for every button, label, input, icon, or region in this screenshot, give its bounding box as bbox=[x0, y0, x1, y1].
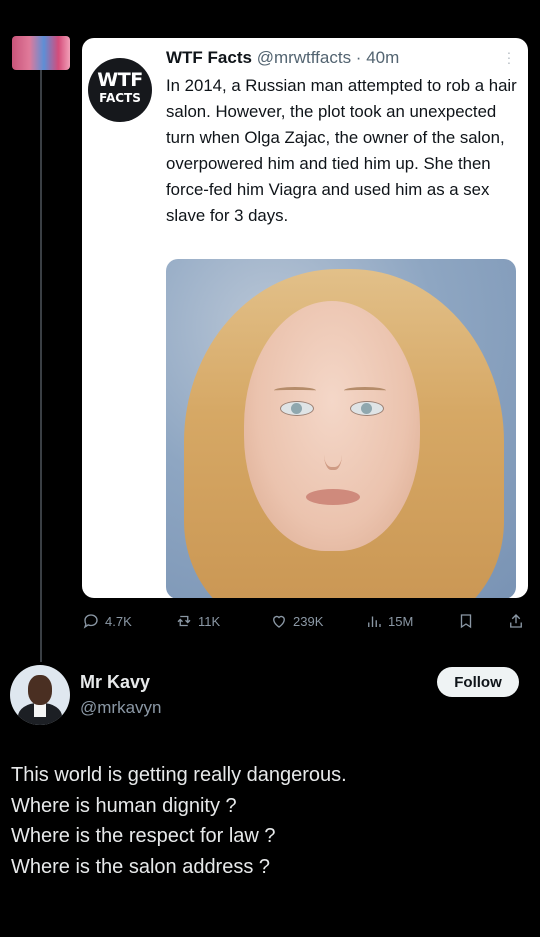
quoted-tweet-photo[interactable] bbox=[166, 259, 516, 598]
quoted-author-name[interactable]: WTF Facts bbox=[166, 48, 252, 67]
quoted-author-handle-time: @mrwtffacts · 40m bbox=[256, 48, 400, 67]
reply-button[interactable]: 4.7K bbox=[82, 612, 132, 630]
follow-button[interactable]: Follow bbox=[437, 667, 519, 697]
photo-eye-right bbox=[350, 401, 384, 416]
logo-text-facts: FACTS bbox=[99, 91, 141, 105]
post-text-line: Where is the respect for law ? bbox=[11, 825, 276, 847]
like-count: 239K bbox=[293, 613, 324, 629]
reply-count: 4.7K bbox=[105, 613, 132, 629]
more-options-icon[interactable]: · · · bbox=[506, 45, 512, 69]
like-button[interactable]: 239K bbox=[270, 612, 323, 630]
mr-kavy-avatar[interactable] bbox=[10, 665, 70, 725]
post-text: This world is getting really dangerous. … bbox=[11, 760, 531, 882]
post-text-line: This world is getting really dangerous. bbox=[11, 764, 347, 786]
post-text-line: Where is human dignity ? bbox=[11, 794, 237, 817]
photo-brow-right bbox=[344, 387, 386, 394]
views-count: 15M bbox=[388, 613, 414, 629]
wtf-facts-avatar[interactable]: WTF FACTS bbox=[88, 58, 152, 122]
repost-count: 11K bbox=[198, 613, 221, 629]
photo-face bbox=[244, 301, 420, 551]
post-author-name[interactable]: Mr Kavy bbox=[80, 672, 150, 693]
avatar-head bbox=[28, 675, 52, 705]
post-text-line: Where is the salon address ? bbox=[11, 855, 271, 878]
post-author-handle[interactable]: @mrkavyn bbox=[80, 698, 162, 718]
avatar-collar bbox=[34, 703, 46, 717]
share-button[interactable] bbox=[507, 612, 525, 630]
photo-eye-left bbox=[280, 401, 314, 416]
tweet-actions: 4.7K 11K 239K 15M bbox=[82, 610, 530, 634]
quoted-tweet-card[interactable]: WTF FACTS WTF Facts @mrwtffacts · 40m · ·… bbox=[82, 38, 528, 598]
logo-text-wtf: WTF bbox=[97, 69, 143, 91]
views-button[interactable]: 15M bbox=[365, 612, 413, 630]
views-chart-icon bbox=[368, 616, 381, 627]
heart-icon bbox=[273, 615, 285, 628]
repost-icon bbox=[177, 615, 191, 627]
photo-nose bbox=[324, 431, 342, 470]
thread-line bbox=[40, 68, 42, 662]
top-avatar[interactable] bbox=[12, 36, 70, 70]
repost-button[interactable]: 11K bbox=[175, 612, 220, 630]
reply-icon bbox=[83, 614, 98, 629]
photo-lips bbox=[306, 489, 360, 505]
quoted-tweet-header: WTF Facts @mrwtffacts · 40m bbox=[166, 48, 399, 68]
bookmark-button[interactable] bbox=[457, 612, 475, 630]
photo-brow-left bbox=[274, 387, 316, 394]
bookmark-icon bbox=[460, 614, 472, 629]
quoted-tweet-text: In 2014, a Russian man attempted to rob … bbox=[166, 76, 517, 225]
share-icon bbox=[510, 614, 522, 628]
